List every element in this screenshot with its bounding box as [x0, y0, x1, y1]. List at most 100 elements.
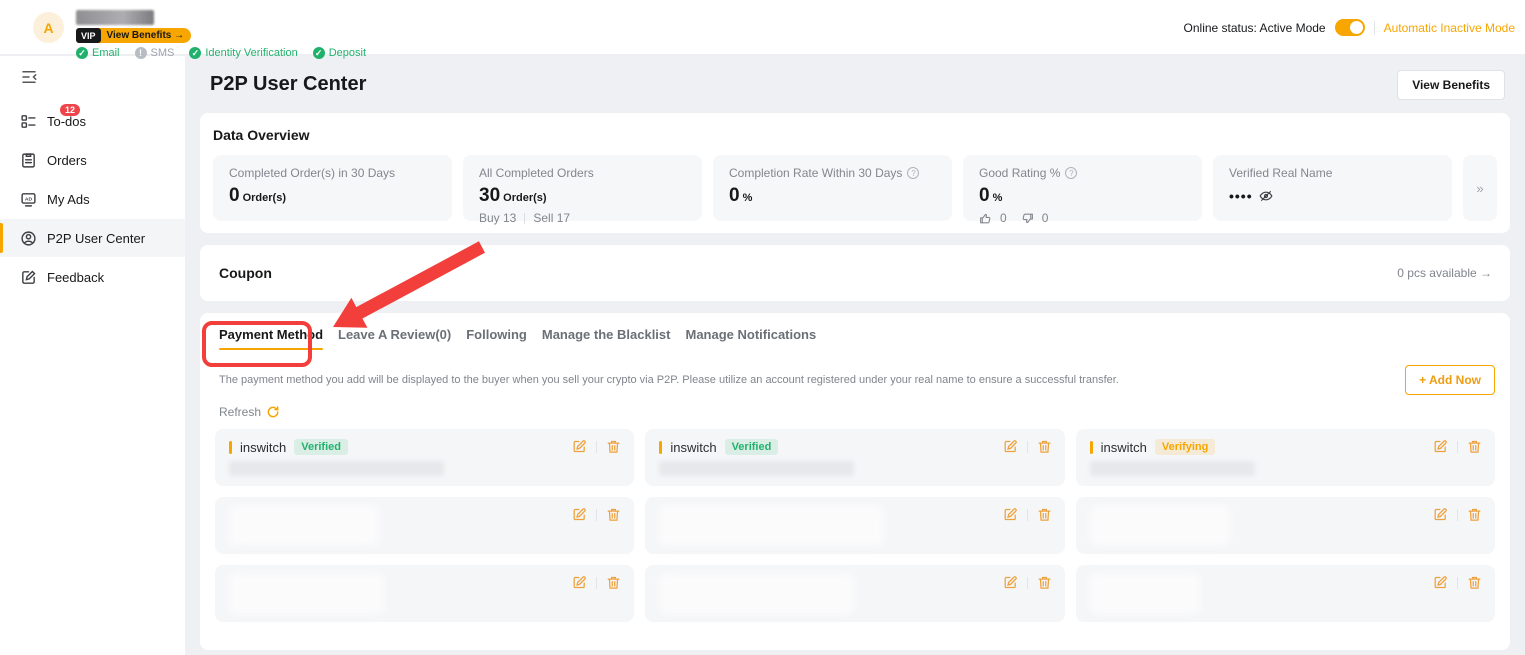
todos-count-badge: 12	[60, 104, 80, 116]
topbar: A VIP View Benefits → ✓ Email ! SMS	[0, 0, 1525, 55]
edit-icon[interactable]	[572, 439, 587, 454]
sidebar-item-todos[interactable]: To-dos 12	[0, 102, 185, 140]
eye-off-icon[interactable]	[1259, 189, 1273, 203]
help-icon[interactable]: ?	[907, 167, 919, 179]
tab-leave-a-review[interactable]: Leave A Review(0)	[338, 327, 451, 352]
thumbs-up-icon	[979, 212, 992, 225]
payment-method-name: inswitch	[1101, 440, 1147, 455]
redacted-account-info	[1090, 461, 1255, 476]
tab-following[interactable]: Following	[466, 327, 527, 352]
delete-icon[interactable]	[1467, 439, 1482, 454]
redacted-account-info	[1090, 505, 1230, 546]
redacted-account-info	[229, 573, 384, 614]
tab-manage-blacklist[interactable]: Manage the Blacklist	[542, 327, 671, 352]
sidebar-item-my-ads[interactable]: AD My Ads	[0, 180, 185, 218]
redacted-account-info	[1090, 573, 1200, 614]
payment-method-name: inswitch	[670, 440, 716, 455]
vip-row[interactable]: VIP View Benefits →	[76, 28, 366, 43]
edit-icon[interactable]	[572, 507, 587, 522]
delete-icon[interactable]	[1467, 575, 1482, 590]
sidebar-item-label: P2P User Center	[47, 231, 145, 246]
delete-icon[interactable]	[606, 439, 621, 454]
view-benefits-button[interactable]: View Benefits	[1397, 70, 1505, 100]
sidebar-collapse-icon[interactable]	[20, 68, 38, 86]
vip-badge: VIP	[76, 28, 101, 43]
payment-method-card: inswitch Verified	[215, 429, 634, 486]
page-header: P2P User Center View Benefits	[200, 56, 1510, 113]
stat-value: 0	[729, 185, 740, 207]
buy-count: Buy 13	[479, 211, 516, 225]
check-circle-icon: ✓	[189, 47, 201, 59]
todo-list-icon	[20, 113, 37, 130]
stats-expand-button[interactable]: »	[1463, 155, 1497, 221]
refresh-label[interactable]: Refresh	[219, 405, 261, 419]
delete-icon[interactable]	[606, 507, 621, 522]
edit-icon[interactable]	[1003, 507, 1018, 522]
check-circle-icon: ✓	[76, 47, 88, 59]
orders-icon	[20, 152, 37, 169]
delete-icon[interactable]	[1467, 507, 1482, 522]
vip-view-benefits-link[interactable]: View Benefits →	[98, 28, 192, 43]
divider	[596, 577, 597, 589]
delete-icon[interactable]	[1037, 575, 1052, 590]
refresh-row: Refresh	[215, 405, 1495, 419]
online-status-area: Online status: Active Mode Automatic Ina…	[1184, 19, 1515, 36]
verification-label: SMS	[151, 47, 175, 59]
help-icon[interactable]: ?	[1065, 167, 1077, 179]
tab-manage-notifications[interactable]: Manage Notifications	[685, 327, 816, 352]
toggle-knob	[1350, 21, 1363, 34]
payment-method-card	[1076, 565, 1495, 622]
edit-icon[interactable]	[1003, 439, 1018, 454]
divider	[524, 213, 525, 224]
stat-completed-orders-30d: Completed Order(s) in 30 Days 0 Order(s)	[213, 155, 452, 221]
description-row: The payment method you add will be displ…	[215, 365, 1495, 395]
edit-icon[interactable]	[1433, 507, 1448, 522]
stat-verified-real-name: Verified Real Name ••••	[1213, 155, 1452, 221]
feedback-icon	[20, 269, 37, 286]
accent-bar	[1090, 441, 1093, 454]
payment-method-card: inswitch Verifying	[1076, 429, 1495, 486]
divider	[596, 441, 597, 453]
payment-method-card	[645, 497, 1064, 554]
online-status-toggle[interactable]	[1335, 19, 1365, 36]
stat-good-rating: Good Rating % ? 0 % 0	[963, 155, 1202, 221]
data-overview-title: Data Overview	[213, 127, 1497, 143]
svg-text:AD: AD	[25, 196, 33, 202]
edit-icon[interactable]	[1433, 439, 1448, 454]
ads-icon: AD	[20, 191, 37, 208]
stat-unit: Order(s)	[503, 192, 546, 204]
tabs: Payment Method Leave A Review(0) Followi…	[215, 327, 1495, 352]
avatar[interactable]: A	[33, 12, 64, 43]
delete-icon[interactable]	[606, 575, 621, 590]
verification-email: ✓ Email	[76, 47, 120, 59]
automatic-inactive-mode-link[interactable]: Automatic Inactive Mode	[1384, 21, 1515, 35]
payment-method-card	[215, 497, 634, 554]
divider	[1457, 509, 1458, 521]
thumbs-up-count: 0	[1000, 211, 1007, 225]
tab-payment-method[interactable]: Payment Method	[219, 327, 323, 352]
add-now-button[interactable]: + Add Now	[1405, 365, 1495, 395]
divider	[596, 509, 597, 521]
page-title: P2P User Center	[210, 73, 366, 96]
delete-icon[interactable]	[1037, 507, 1052, 522]
redacted-account-info	[659, 505, 884, 546]
delete-icon[interactable]	[1037, 439, 1052, 454]
edit-icon[interactable]	[1433, 575, 1448, 590]
stat-unit: %	[743, 192, 753, 204]
refresh-icon[interactable]	[266, 405, 280, 419]
verification-label: Deposit	[329, 47, 366, 59]
username-redacted	[76, 10, 154, 25]
sidebar-item-feedback[interactable]: Feedback	[0, 258, 185, 296]
stats-row: Completed Order(s) in 30 Days 0 Order(s)…	[213, 155, 1497, 221]
payment-method-grid: inswitch Verified inswitch Verified	[215, 429, 1495, 622]
sell-count: Sell 17	[533, 211, 570, 225]
edit-icon[interactable]	[572, 575, 587, 590]
sidebar: To-dos 12 Orders AD My Ads P2P User Cent…	[0, 56, 185, 655]
sidebar-item-orders[interactable]: Orders	[0, 141, 185, 179]
sidebar-item-p2p-user-center[interactable]: P2P User Center	[0, 219, 185, 257]
masked-name: ••••	[1229, 188, 1253, 204]
p2p-user-center-page: A VIP View Benefits → ✓ Email ! SMS	[0, 0, 1525, 655]
stat-label: All Completed Orders	[479, 166, 594, 180]
coupon-available-link[interactable]: 0 pcs available →	[1397, 266, 1492, 280]
edit-icon[interactable]	[1003, 575, 1018, 590]
